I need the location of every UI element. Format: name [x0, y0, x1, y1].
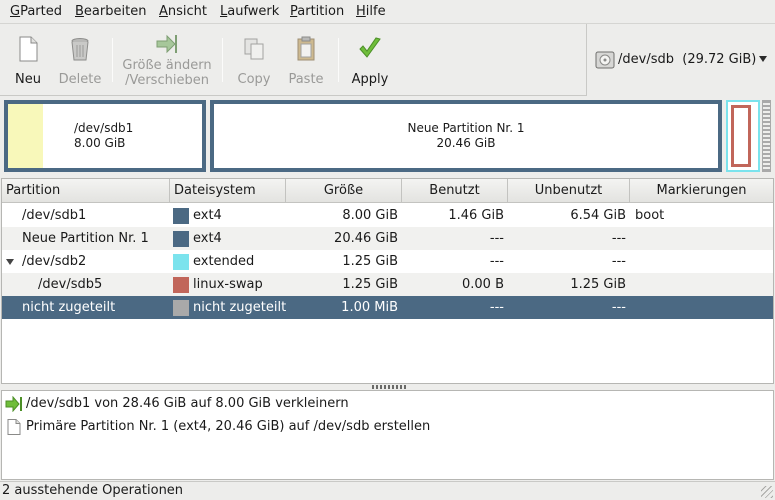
graphic-partition-swap[interactable] — [731, 105, 751, 167]
table-row[interactable]: Neue Partition Nr. 1 ext4 20.46 GiB --- … — [2, 227, 773, 250]
col-unused[interactable]: Unbenutzt — [508, 179, 630, 203]
new-button[interactable]: Neu — [4, 24, 52, 94]
graphic-partition-new[interactable]: Neue Partition Nr. 1 20.46 GiB — [210, 100, 722, 172]
paste-button[interactable]: Paste — [280, 24, 332, 94]
device-label: /dev/sdb (29.72 GiB) — [618, 52, 757, 67]
toolbar-separator — [112, 38, 113, 82]
menu-gparted[interactable]: GParted — [10, 4, 62, 19]
status-text: 2 ausstehende Operationen — [2, 483, 184, 498]
new-document-icon — [19, 36, 38, 62]
menu-partition[interactable]: Partition — [290, 4, 344, 19]
new-document-icon — [7, 419, 21, 435]
menu-hilfe[interactable]: Hilfe — [356, 4, 386, 19]
fs-color-swatch — [173, 277, 189, 293]
menu-bearbeiten[interactable]: Bearbeiten — [75, 4, 146, 19]
status-bar: 2 ausstehende Operationen — [0, 481, 775, 500]
apply-button[interactable]: Apply — [344, 24, 396, 94]
table-header: Partition Dateisystem Größe Benutzt Unbe… — [2, 179, 773, 203]
partition-graphic: /dev/sdb1 8.00 GiB Neue Partition Nr. 1 20… — [4, 100, 771, 172]
toolbar-separator — [222, 38, 223, 82]
copy-icon — [244, 38, 264, 60]
expander-triangle-icon[interactable] — [6, 259, 14, 265]
harddisk-icon — [595, 51, 615, 69]
dropdown-arrow-icon — [759, 56, 767, 62]
delete-button[interactable]: Delete — [54, 24, 106, 94]
fs-color-swatch — [173, 208, 189, 224]
trash-icon — [71, 38, 89, 61]
pane-resize-handle[interactable] — [372, 385, 406, 389]
menu-ansicht[interactable]: Ansicht — [159, 4, 207, 19]
graphic-new-label: Neue Partition Nr. 1 20.46 GiB — [407, 121, 525, 150]
graphic-partition-extended[interactable] — [726, 100, 760, 172]
resize-grip-icon[interactable] — [761, 486, 773, 498]
col-filesystem[interactable]: Dateisystem — [170, 179, 286, 203]
menu-laufwerk[interactable]: Laufwerk — [220, 4, 279, 19]
graphic-partition-sdb1[interactable]: /dev/sdb1 8.00 GiB — [4, 100, 206, 172]
menubar: GParted Bearbeiten Ansicht Laufwerk Part… — [0, 0, 775, 24]
resize-arrow-icon — [156, 34, 177, 54]
table-row[interactable]: /dev/sdb5 linux-swap 1.25 GiB 0.00 B 1.2… — [2, 273, 773, 296]
resize-move-button[interactable]: Größe ändern/Verschieben — [118, 24, 216, 94]
col-flags[interactable]: Markierungen — [630, 179, 773, 203]
table-row-selected[interactable]: nicht zugeteilt nicht zugeteilt 1.00 MiB… — [2, 296, 773, 319]
fs-color-swatch — [173, 300, 189, 316]
col-partition[interactable]: Partition — [2, 179, 170, 203]
fs-color-swatch — [173, 231, 189, 247]
partition-table: Partition Dateisystem Größe Benutzt Unbe… — [1, 178, 774, 384]
checkmark-icon — [359, 37, 381, 58]
toolbar-separator — [338, 38, 339, 82]
device-selector[interactable]: /dev/sdb (29.72 GiB) — [586, 24, 775, 96]
fs-color-swatch — [173, 254, 189, 270]
operations-list: /dev/sdb1 von 28.46 GiB auf 8.00 GiB ver… — [1, 390, 774, 480]
paste-icon — [297, 36, 315, 61]
graphic-used-space — [8, 104, 43, 168]
table-row[interactable]: /dev/sdb1 ext4 8.00 GiB 1.46 GiB 6.54 Gi… — [2, 204, 773, 227]
graphic-sdb1-label: /dev/sdb1 8.00 GiB — [74, 121, 134, 150]
table-row[interactable]: /dev/sdb2 extended 1.25 GiB --- --- — [2, 250, 773, 273]
col-used[interactable]: Benutzt — [402, 179, 508, 203]
resize-arrow-icon — [5, 396, 22, 412]
graphic-unallocated[interactable] — [762, 100, 771, 172]
copy-button[interactable]: Copy — [228, 24, 280, 94]
col-size[interactable]: Größe — [286, 179, 402, 203]
